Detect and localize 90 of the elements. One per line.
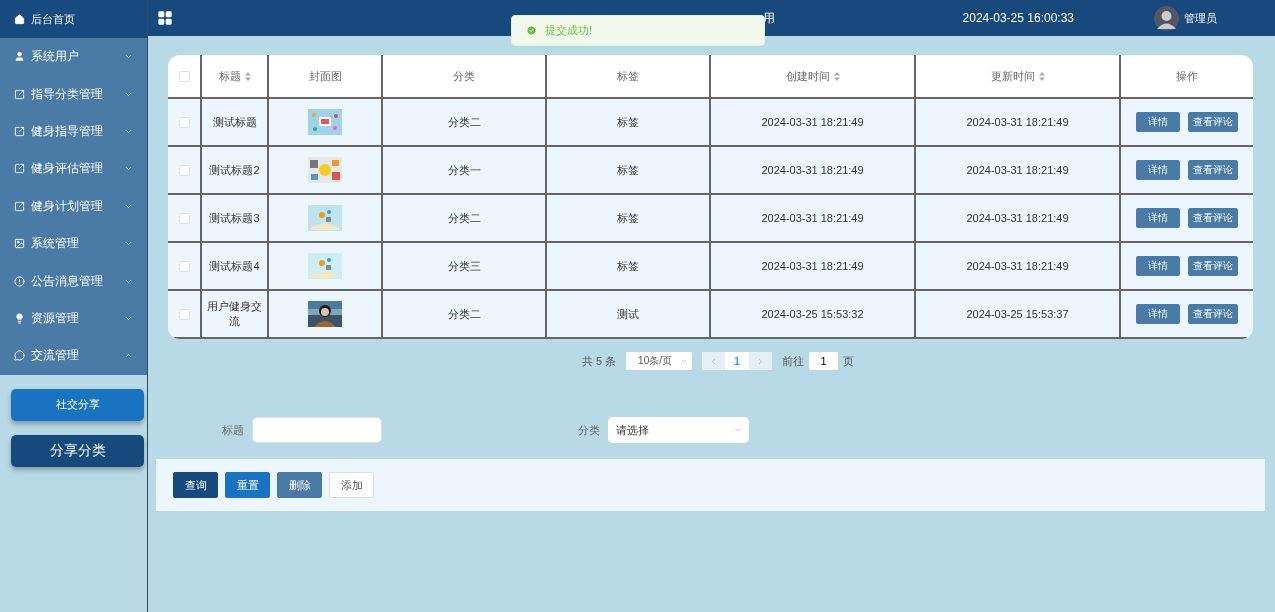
grid-icon[interactable] bbox=[157, 10, 173, 26]
sidebar-item[interactable]: 系统用户 bbox=[0, 38, 147, 76]
details-button[interactable]: 详情 bbox=[1136, 160, 1180, 180]
page-button[interactable]: 1 bbox=[725, 352, 750, 370]
table-cell: 标签 bbox=[546, 98, 710, 146]
square-arrow-icon bbox=[14, 125, 25, 137]
check-icon bbox=[526, 25, 537, 36]
sidebar-item[interactable]: 健身评估管理 bbox=[0, 150, 147, 188]
table-cell: 2024-03-25 15:53:37 bbox=[915, 290, 1120, 338]
table-cell: 2024-03-31 18:21:49 bbox=[915, 194, 1120, 242]
submenu-item[interactable]: 社交分享 bbox=[11, 388, 144, 421]
table-cell: 标签 bbox=[546, 194, 710, 242]
next-page-button[interactable] bbox=[749, 352, 773, 370]
table-cell: 测试标题3 bbox=[201, 194, 268, 242]
sort-icon bbox=[244, 71, 251, 81]
sidebar-item[interactable]: 指导分类管理 bbox=[0, 75, 147, 113]
add-button[interactable]: 添加 bbox=[329, 472, 374, 498]
table-cell: 2024-03-31 18:21:49 bbox=[710, 98, 915, 146]
row-checkbox[interactable] bbox=[178, 309, 190, 321]
chevron-down-icon bbox=[680, 357, 689, 365]
title-field[interactable] bbox=[252, 417, 382, 443]
table-cell: 标签 bbox=[546, 146, 710, 194]
table-cell: 2024-03-31 18:21:49 bbox=[915, 98, 1120, 146]
chevron-down-icon bbox=[733, 425, 743, 435]
sort-icon bbox=[833, 71, 840, 81]
sidebar-item[interactable]: 系统管理 bbox=[0, 224, 147, 263]
table-cell: 2024-03-31 18:21:49 bbox=[710, 146, 915, 194]
table-cell: 分类一 bbox=[382, 146, 546, 194]
comments-button[interactable]: 查看评论 bbox=[1188, 256, 1238, 276]
details-button[interactable]: 详情 bbox=[1136, 256, 1180, 276]
details-button[interactable]: 详情 bbox=[1136, 112, 1180, 132]
table-cell: 2024-03-25 15:53:32 bbox=[710, 290, 915, 338]
category-label: 分类 bbox=[578, 422, 600, 438]
square-arrow-icon bbox=[14, 88, 25, 100]
row-checkbox[interactable] bbox=[178, 117, 190, 129]
comments-button[interactable]: 查看评论 bbox=[1188, 304, 1238, 324]
details-button[interactable]: 详情 bbox=[1136, 304, 1180, 324]
datetime: 2024-03-25 16:00:33 bbox=[962, 11, 1074, 25]
total-count: 共 5 条 bbox=[581, 353, 617, 369]
page-size-select[interactable]: 10条/页 bbox=[626, 352, 693, 370]
details-button[interactable]: 详情 bbox=[1136, 208, 1180, 228]
user-name[interactable]: 管理员 bbox=[1184, 10, 1217, 26]
row-checkbox[interactable] bbox=[178, 213, 190, 225]
table-cell: 分类二 bbox=[382, 290, 546, 338]
page-suffix: 页 bbox=[843, 353, 855, 369]
select-all-checkbox[interactable] bbox=[178, 71, 190, 83]
sidebar-item[interactable]: 资源管理 bbox=[0, 299, 147, 338]
goto-label: 前往 bbox=[782, 353, 805, 369]
bulb-icon bbox=[14, 312, 25, 324]
square-arrow-icon bbox=[14, 200, 25, 212]
home-menu-item[interactable]: 后台首页 bbox=[0, 0, 147, 38]
table-cell: 测试标题 bbox=[201, 98, 268, 146]
comments-button[interactable]: 查看评论 bbox=[1188, 160, 1238, 180]
sidebar-item[interactable]: 健身计划管理 bbox=[0, 187, 147, 225]
table-cell: 2024-03-31 18:21:49 bbox=[915, 146, 1120, 194]
table-cell: 2024-03-31 18:21:49 bbox=[710, 242, 915, 290]
comments-button[interactable]: 查看评论 bbox=[1188, 112, 1238, 132]
toast-message: 提交成功! bbox=[545, 23, 593, 38]
table-cell: 用户健身交流 bbox=[201, 290, 268, 338]
comments-button[interactable]: 查看评论 bbox=[1188, 208, 1238, 228]
table-cell: 测试标题4 bbox=[201, 242, 268, 290]
title-label: 标题 bbox=[222, 422, 244, 438]
table-cell: 标签 bbox=[546, 242, 710, 290]
square-arrow-icon bbox=[14, 163, 25, 175]
image-icon bbox=[14, 238, 25, 250]
table-cell: 测试标题2 bbox=[201, 146, 268, 194]
sidebar-item[interactable]: 公告消息管理 bbox=[0, 262, 147, 300]
chat-icon bbox=[14, 350, 25, 362]
submenu-item[interactable]: 分享分类 bbox=[11, 434, 144, 467]
query-button[interactable]: 查询 bbox=[173, 472, 218, 498]
sidebar-item[interactable]: 健身指导管理 bbox=[0, 112, 147, 151]
delete-button[interactable]: 删除 bbox=[277, 472, 322, 498]
table-cell: 分类二 bbox=[382, 98, 546, 146]
sort-icon bbox=[1038, 71, 1045, 81]
row-checkbox[interactable] bbox=[178, 165, 190, 177]
category-select[interactable]: 请选择 bbox=[608, 417, 749, 443]
reset-button[interactable]: 重置 bbox=[225, 472, 270, 498]
user-icon bbox=[14, 51, 25, 63]
table-cell: 测试 bbox=[546, 290, 710, 338]
table-cell: 2024-03-31 18:21:49 bbox=[710, 194, 915, 242]
avatar bbox=[1154, 5, 1179, 31]
table-cell: 2024-03-31 18:21:49 bbox=[915, 242, 1120, 290]
goto-page-field[interactable]: 1 bbox=[809, 352, 839, 370]
prev-page-button[interactable] bbox=[702, 352, 726, 370]
home-icon bbox=[14, 13, 25, 25]
sidebar-item[interactable]: 交流管理 bbox=[0, 337, 147, 375]
table-cell: 分类三 bbox=[382, 242, 546, 290]
row-checkbox[interactable] bbox=[178, 261, 190, 273]
info-icon bbox=[14, 275, 25, 287]
table-cell: 分类二 bbox=[382, 194, 546, 242]
